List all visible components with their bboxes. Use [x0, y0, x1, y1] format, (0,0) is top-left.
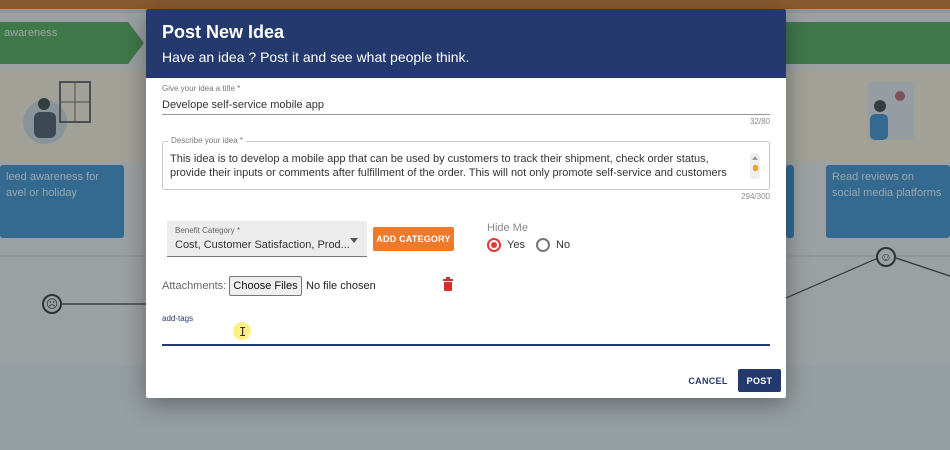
- add-tags-underline: [162, 344, 770, 346]
- hide-me-no-label[interactable]: No: [556, 239, 570, 251]
- file-status-text: No file chosen: [306, 280, 376, 292]
- title-field-label: Give your idea a title *: [162, 84, 241, 93]
- delete-icon[interactable]: [443, 277, 453, 291]
- description-scrollbar[interactable]: [750, 153, 760, 179]
- hide-me-yes-radio[interactable]: [487, 238, 501, 252]
- add-tags-input[interactable]: [162, 327, 770, 343]
- choose-files-button[interactable]: Choose Files: [229, 276, 302, 296]
- dialog-header: Post New Idea Have an idea ? Post it and…: [146, 9, 786, 78]
- title-input[interactable]: Develope self-service mobile app: [162, 99, 324, 111]
- benefit-category-select[interactable]: Benefit Category * Cost, Customer Satisf…: [167, 221, 367, 257]
- scroll-up-icon[interactable]: [752, 156, 758, 160]
- post-button[interactable]: POST: [738, 369, 781, 392]
- cancel-button[interactable]: CANCEL: [685, 372, 731, 390]
- hide-me-no-radio[interactable]: [536, 238, 550, 252]
- benefit-category-value: Cost, Customer Satisfaction, Prod...: [175, 239, 350, 251]
- benefit-category-label: Benefit Category *: [175, 226, 240, 235]
- title-input-underline: [162, 114, 770, 115]
- add-category-button[interactable]: ADD CATEGORY: [373, 227, 454, 251]
- hide-me-yes-label[interactable]: Yes: [507, 239, 525, 251]
- dialog-title: Post New Idea: [162, 22, 285, 42]
- title-char-counter: 32/80: [749, 117, 770, 126]
- description-field-label: Describe your idea *: [168, 136, 247, 145]
- dropdown-caret-icon: [350, 238, 358, 243]
- add-tags-label: add-tags: [162, 314, 194, 323]
- hide-me-label: Hide Me: [487, 222, 528, 234]
- text-cursor-icon: I: [239, 325, 247, 339]
- description-text: This idea is to develop a mobile app tha…: [170, 153, 727, 179]
- scroll-thumb[interactable]: [753, 165, 758, 171]
- post-idea-dialog: Post New Idea Have an idea ? Post it and…: [146, 9, 786, 398]
- attachments-label: Attachments:: [162, 280, 227, 292]
- dialog-subtitle: Have an idea ? Post it and see what peop…: [162, 49, 470, 65]
- description-char-counter: 294/300: [741, 192, 770, 201]
